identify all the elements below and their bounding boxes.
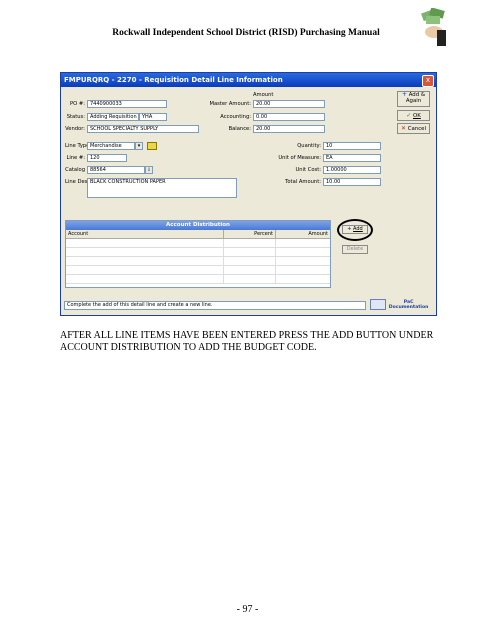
logo-text: PaC Documentation — [388, 299, 429, 310]
delete-distribution-button[interactable]: Delete — [342, 245, 368, 254]
quantity-field[interactable]: 10 — [323, 142, 381, 150]
check-icon: ✓ — [406, 112, 412, 119]
add-again-label: Add & Again — [405, 92, 426, 104]
status-field: Adding Requisition — [87, 113, 139, 121]
po-field: 7440900033 — [87, 100, 167, 108]
ok-label: OK — [412, 113, 421, 119]
table-row[interactable] — [66, 266, 330, 275]
unit-cost-label: Unit Cost: — [295, 167, 322, 173]
balance-field: 20.00 — [253, 125, 325, 133]
line-type-label: Line Type: — [65, 143, 92, 149]
plus-icon: + — [401, 91, 407, 98]
close-button[interactable]: x — [422, 75, 434, 87]
instruction-caption: AFTER ALL LINE ITEMS HAVE BEEN ENTERED P… — [60, 330, 434, 353]
money-hand-icon — [421, 8, 446, 46]
line-number-label: Line #: — [66, 155, 85, 161]
balance-label: Balance: — [228, 126, 251, 132]
unit-cost-field[interactable]: 1.00000 — [323, 166, 381, 174]
catalog-lookup-icon[interactable]: ⇓ — [145, 166, 153, 174]
column-amount: Amount — [308, 231, 328, 237]
line-description-label: Line Desc: — [65, 179, 92, 185]
pac-documentation-logo[interactable]: PaC Documentation — [370, 299, 432, 312]
grid-title: Account Distribution — [66, 221, 330, 230]
delete-distribution-label: Delete — [346, 246, 364, 252]
status-label: Status: — [66, 114, 85, 120]
total-amount-field: 10.00 — [323, 178, 381, 186]
cancel-icon: ✕ — [400, 125, 407, 132]
amount-heading: Amount — [253, 92, 274, 98]
status-bar: Complete the add of this detail line and… — [64, 301, 366, 310]
unit-of-measure-label: Unit of Measure: — [278, 155, 321, 161]
document-icon — [370, 299, 386, 310]
catalog-field[interactable]: 88564 — [87, 166, 145, 174]
ok-button[interactable]: ✓ OK — [397, 110, 430, 121]
table-row[interactable] — [66, 248, 330, 257]
line-description-field[interactable]: BLACK CONSTRUCTION PAPER — [87, 178, 237, 198]
cancel-button[interactable]: ✕ Cancel — [397, 123, 430, 134]
window-title: FMPURQRQ - 2270 - Requisition Detail Lin… — [61, 73, 436, 87]
vendor-field: SCHOOL SPECIALTY SUPPLY — [87, 125, 199, 133]
line-number-field[interactable]: 120 — [87, 154, 127, 162]
cancel-label: Cancel — [407, 126, 426, 132]
master-amount-field: 20.00 — [253, 100, 325, 108]
chevron-down-icon[interactable]: ▾ — [135, 142, 143, 150]
lookup-icon[interactable] — [147, 142, 157, 150]
accounting-label: Accounting: — [220, 114, 251, 120]
master-amount-label: Master Amount: — [209, 101, 252, 107]
grid-header: Account Percent Amount — [66, 230, 330, 239]
line-type-select[interactable]: Merchandise — [87, 142, 135, 150]
status-extra-field: YHA — [139, 113, 167, 121]
table-row[interactable] — [66, 275, 330, 284]
requisition-detail-window: FMPURQRQ - 2270 - Requisition Detail Lin… — [60, 72, 437, 316]
highlight-circle — [337, 219, 373, 241]
catalog-label: Catalog — [65, 167, 85, 173]
quantity-label: Quantity: — [297, 143, 321, 149]
add-again-button[interactable]: + Add & Again — [397, 91, 430, 107]
total-amount-label: Total Amount: — [285, 179, 321, 185]
accounting-field: 0.00 — [253, 113, 325, 121]
vendor-label: Vendor: — [65, 126, 85, 132]
table-row[interactable] — [66, 257, 330, 266]
document-header: Rockwall Independent School District (RI… — [112, 28, 380, 38]
unit-of-measure-field[interactable]: EA — [323, 154, 381, 162]
po-label: PO #: — [70, 101, 85, 107]
account-distribution-grid: Account Distribution Account Percent Amo… — [65, 220, 331, 288]
column-account: Account — [66, 230, 224, 238]
page-number: - 97 - — [236, 604, 259, 615]
table-row[interactable] — [66, 239, 330, 248]
column-percent: Percent — [224, 230, 276, 238]
